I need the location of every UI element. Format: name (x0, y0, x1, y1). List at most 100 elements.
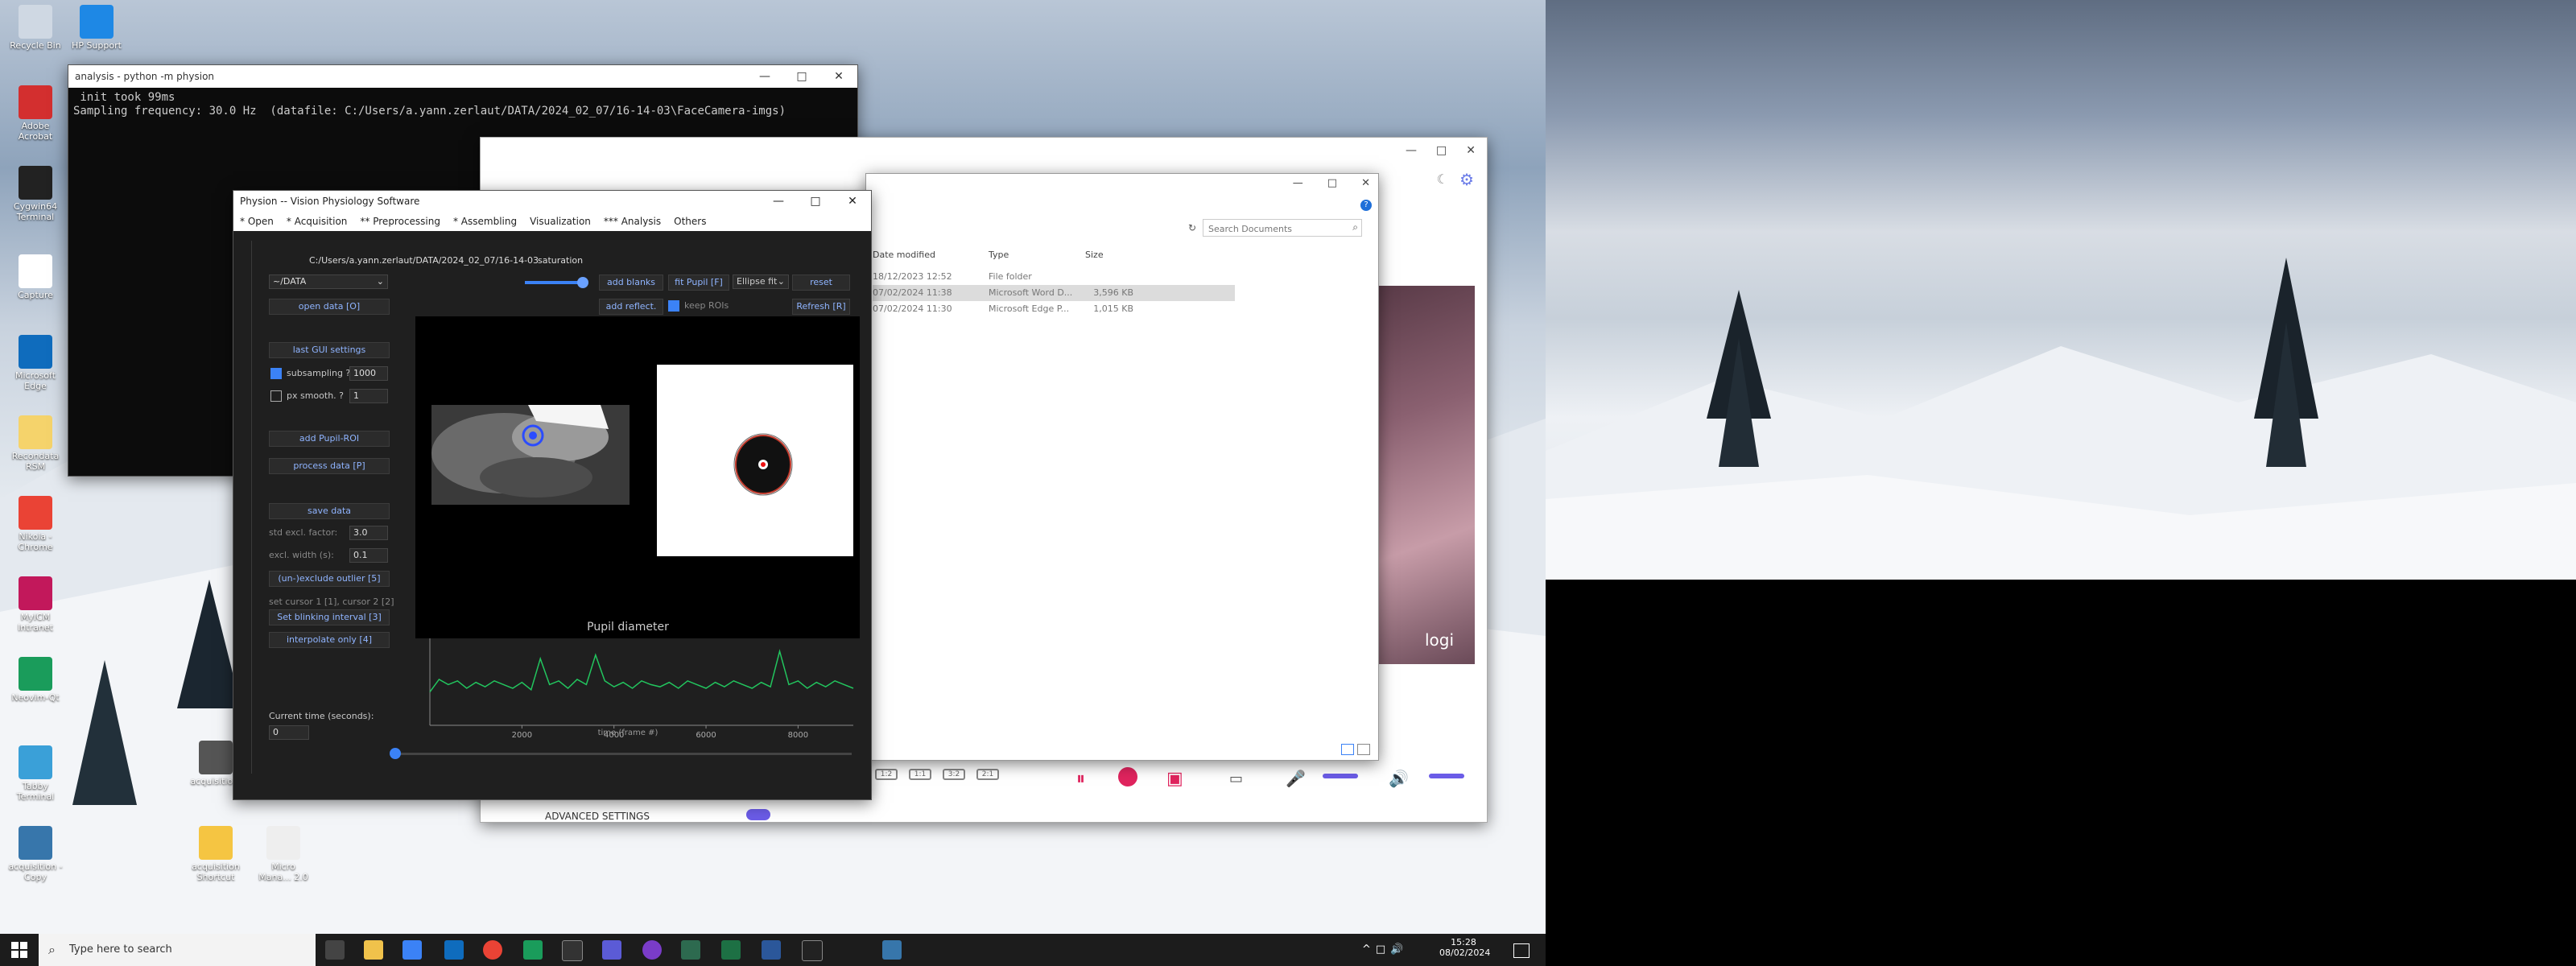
desktop-shortcut[interactable]: Nikola - Chrome (6, 496, 64, 552)
start-button[interactable] (11, 942, 27, 958)
layout-button[interactable]: 2:1 (976, 769, 999, 780)
maximize-icon[interactable]: □ (1436, 144, 1447, 157)
system-tray[interactable]: ^□🔊 (1362, 943, 1408, 956)
refresh-button[interactable]: Refresh [R] (792, 299, 850, 315)
file-row[interactable]: 07/02/2024 11:38 Microsoft Word D... 3,596… (873, 285, 1235, 301)
help-icon[interactable]: ? (1360, 200, 1372, 211)
python-icon[interactable] (882, 940, 902, 960)
maximize-icon[interactable]: □ (1327, 177, 1337, 189)
speaker-icon[interactable]: 🔊 (1389, 769, 1409, 788)
advanced-settings-label[interactable]: ADVANCED SETTINGS (545, 811, 650, 822)
subsampling-input[interactable]: 1000 (349, 366, 388, 381)
layout-button[interactable]: 3:2 (943, 769, 965, 780)
pxsmooth-checkbox[interactable] (270, 390, 282, 402)
clock[interactable]: 15:28 08/02/2024 (1439, 937, 1490, 958)
close-icon[interactable]: ✕ (1466, 144, 1476, 157)
close-icon[interactable]: ✕ (820, 70, 857, 83)
speaker-level-bar[interactable] (1429, 774, 1464, 778)
open-data-button[interactable]: open data [O] (269, 299, 390, 315)
add-reflect-button[interactable]: add reflect. (599, 299, 663, 315)
close-icon[interactable]: ✕ (834, 195, 871, 208)
desktop-shortcut[interactable]: Recondata RSM (6, 415, 64, 472)
terminal-output[interactable]: init took 99ms Sampling frequency: 30.0 … (68, 88, 857, 118)
dark-mode-icon[interactable]: ☾ (1437, 171, 1448, 187)
search-box[interactable]: Search Documents ⌕ (1203, 219, 1362, 237)
menu-item[interactable]: ** Preprocessing (353, 216, 447, 227)
folder-icon[interactable]: ▭ (1229, 770, 1243, 787)
last-gui-settings-button[interactable]: last GUI settings (269, 342, 390, 358)
tiles-view-icon[interactable] (1357, 744, 1370, 755)
maximize-icon[interactable]: □ (783, 70, 820, 83)
app-icon[interactable] (602, 940, 621, 960)
interpolate-button[interactable]: interpolate only [4] (269, 632, 390, 648)
saturation-slider[interactable] (525, 277, 588, 288)
advanced-settings-toggle[interactable] (746, 809, 770, 820)
terminal-icon[interactable] (562, 940, 583, 961)
app-icon[interactable] (681, 940, 700, 960)
details-view-icon[interactable] (1341, 744, 1354, 755)
blinking-interval-button[interactable]: Set blinking interval [3] (269, 609, 390, 625)
side-splitter[interactable] (242, 241, 252, 774)
minimize-icon[interactable]: — (1406, 144, 1417, 157)
file-explorer-window[interactable]: — □ ✕ ? ↻ Search Documents ⌕ Date modifi… (865, 173, 1379, 761)
task-view-icon[interactable] (325, 940, 345, 960)
desktop-shortcut[interactable]: Capture (6, 254, 64, 300)
neovim-icon[interactable] (523, 940, 543, 960)
desktop-shortcut[interactable]: MyICM Intranet (6, 576, 64, 633)
excel-icon[interactable] (721, 940, 741, 960)
refresh-icon[interactable]: ↻ (1188, 222, 1196, 233)
menu-item[interactable]: * Open (233, 216, 280, 227)
current-time-input[interactable]: 0 (269, 725, 309, 740)
layout-button[interactable]: 1:2 (875, 769, 898, 780)
desktop-shortcut[interactable]: Adobe Acrobat (6, 85, 64, 142)
desktop-shortcut[interactable]: acquisition - Copy (6, 826, 64, 882)
slider-knob[interactable] (576, 277, 588, 288)
settings-gear-icon[interactable]: ⚙ (1459, 170, 1474, 189)
menu-item[interactable]: Visualization (523, 216, 597, 227)
desktop-shortcut[interactable]: Cygwin64 Terminal (6, 166, 64, 222)
column-size[interactable]: Size (1085, 250, 1133, 260)
pxsmooth-input[interactable]: 1 (349, 389, 388, 403)
unexclude-outlier-button[interactable]: (un-)exclude outlier [5] (269, 571, 390, 587)
store-icon[interactable] (402, 940, 422, 960)
app-icon[interactable] (642, 940, 662, 960)
terminal-titlebar[interactable]: analysis - python -m physion — □ ✕ (68, 65, 857, 88)
add-pupil-roi-button[interactable]: add Pupil-ROI (269, 431, 390, 447)
desktop-shortcut[interactable]: Recycle Bin (6, 5, 64, 51)
desktop-shortcut[interactable]: Neovim-Qt (6, 657, 64, 703)
fit-method-select[interactable]: Ellipse fit ⌄ (733, 275, 789, 289)
pupil-diameter-chart[interactable]: 2000 4000 6000 8000 (394, 635, 861, 738)
desktop-shortcut[interactable]: acquisition Shortcut (187, 826, 245, 882)
pause-icon[interactable]: ⏸ (1076, 769, 1085, 789)
keep-rois-checkbox[interactable] (668, 300, 679, 312)
column-date[interactable]: Date modified (873, 250, 989, 260)
menu-item[interactable]: *** Analysis (597, 216, 667, 227)
minimize-icon[interactable]: — (746, 70, 783, 83)
column-type[interactable]: Type (989, 250, 1085, 260)
file-explorer-icon[interactable] (364, 940, 383, 960)
physion-titlebar[interactable]: Physion -- Vision Physiology Software — … (233, 191, 871, 212)
mic-level-bar[interactable] (1323, 774, 1358, 778)
std-excl-input[interactable]: 3.0 (349, 526, 388, 540)
excl-width-input[interactable]: 0.1 (349, 548, 388, 563)
time-slider[interactable] (390, 748, 852, 759)
process-data-button[interactable]: process data [P] (269, 458, 390, 474)
word-icon[interactable] (762, 940, 781, 960)
file-row[interactable]: 07/02/2024 11:30 Microsoft Edge P... 1,015… (873, 301, 1235, 317)
folder-select[interactable]: ~/DATA ⌄ (269, 275, 388, 289)
terminal-icon[interactable] (802, 940, 823, 961)
close-icon[interactable]: ✕ (1361, 177, 1370, 189)
subsampling-checkbox[interactable] (270, 368, 282, 379)
slider-knob[interactable] (390, 748, 401, 759)
layout-button[interactable]: 1:1 (909, 769, 931, 780)
file-row[interactable]: 18/12/2023 12:52 File folder (873, 269, 1235, 285)
desktop-shortcut[interactable]: Tabby Terminal (6, 745, 64, 802)
minimize-icon[interactable]: — (760, 195, 797, 208)
menu-item[interactable]: * Acquisition (280, 216, 354, 227)
maximize-icon[interactable]: □ (797, 195, 834, 208)
desktop-shortcut[interactable]: Micro Mana... 2.0 (254, 826, 312, 882)
desktop-shortcut[interactable]: Microsoft Edge (6, 335, 64, 391)
microphone-icon[interactable]: 🎤 (1286, 769, 1306, 788)
menu-item[interactable]: * Assembling (447, 216, 523, 227)
edge-icon[interactable] (444, 940, 464, 960)
